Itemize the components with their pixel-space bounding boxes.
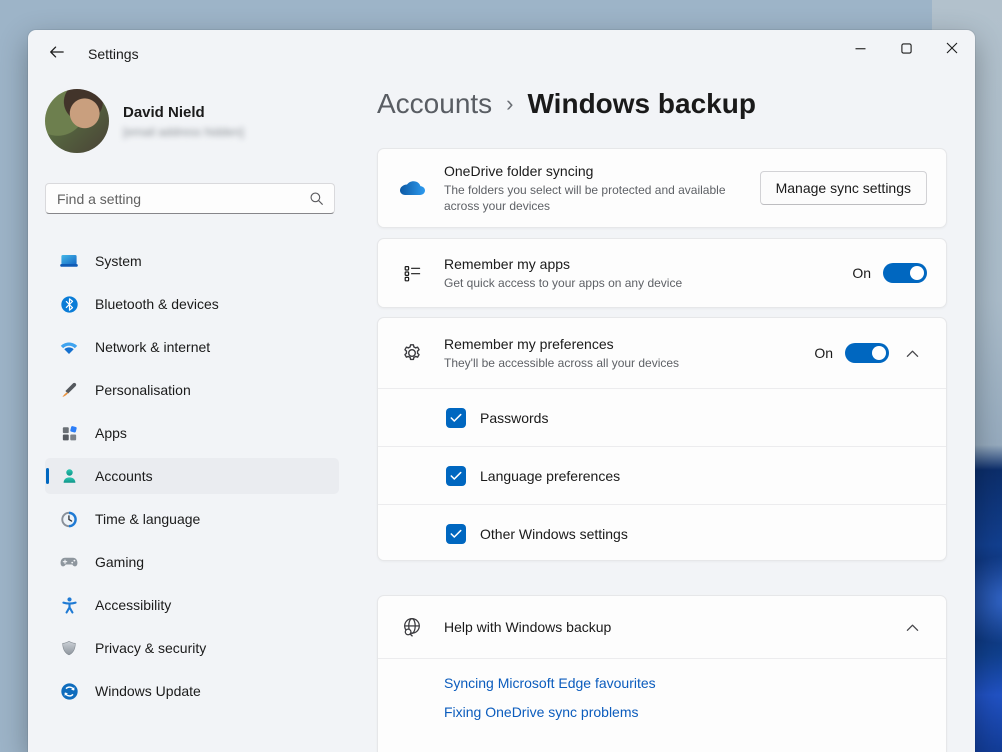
manage-sync-settings-button[interactable]: Manage sync settings xyxy=(760,171,927,205)
paintbrush-icon xyxy=(59,380,79,400)
onedrive-card-title: OneDrive folder syncing xyxy=(444,163,760,179)
onedrive-sync-card: OneDrive folder syncing The folders you … xyxy=(377,148,947,228)
user-profile: David Nield [email address hidden] xyxy=(45,89,244,153)
sidebar-item-label: Windows Update xyxy=(95,683,201,699)
minimize-button[interactable] xyxy=(837,30,883,66)
sidebar-item-accessibility[interactable]: Accessibility xyxy=(45,587,339,623)
collapse-preferences-button[interactable] xyxy=(897,338,927,368)
window-title: Settings xyxy=(88,46,139,62)
clock-icon xyxy=(59,509,79,529)
sidebar-item-windows-update[interactable]: Windows Update xyxy=(45,673,339,709)
passwords-checkbox[interactable] xyxy=(446,408,466,428)
apps-icon xyxy=(59,423,79,443)
breadcrumb-chevron: › xyxy=(506,91,513,117)
remember-apps-card: Remember my apps Get quick access to you… xyxy=(377,238,947,308)
sidebar-item-label: Privacy & security xyxy=(95,640,206,656)
other-windows-settings-label: Other Windows settings xyxy=(480,526,628,542)
onedrive-card-description: The folders you select will be protected… xyxy=(444,182,760,214)
maximize-icon xyxy=(901,43,912,54)
gear-icon xyxy=(397,342,427,364)
breadcrumb-parent[interactable]: Accounts xyxy=(377,88,492,120)
game-controller-icon xyxy=(59,552,79,572)
search-icon xyxy=(309,191,324,206)
checkmark-icon xyxy=(450,471,462,481)
collapse-help-button[interactable] xyxy=(897,612,927,642)
bluetooth-icon xyxy=(59,294,79,314)
help-link-edge-favourites[interactable]: Syncing Microsoft Edge favourites xyxy=(444,675,926,691)
selected-accent-pill xyxy=(46,468,49,484)
accessibility-person-icon xyxy=(59,595,79,615)
passwords-label: Passwords xyxy=(480,410,548,426)
sidebar-item-label: System xyxy=(95,253,142,269)
remember-preferences-title: Remember my preferences xyxy=(444,336,814,352)
sync-arrows-icon xyxy=(59,681,79,701)
wifi-icon xyxy=(59,337,79,357)
breadcrumb: Accounts › Windows backup xyxy=(377,88,756,120)
sidebar-item-label: Time & language xyxy=(95,511,200,527)
preference-option-language: Language preferences xyxy=(378,446,946,504)
sidebar-item-label: Accounts xyxy=(95,468,153,484)
help-card-header[interactable]: Help with Windows backup xyxy=(378,596,946,658)
sidebar-item-label: Apps xyxy=(95,425,127,441)
chevron-up-icon xyxy=(906,349,919,358)
remember-preferences-header[interactable]: Remember my preferences They'll be acces… xyxy=(378,318,946,388)
sidebar-item-label: Network & internet xyxy=(95,339,210,355)
preference-option-other-settings: Other Windows settings xyxy=(378,504,946,562)
remember-apps-toggle[interactable] xyxy=(883,263,927,283)
help-links: Syncing Microsoft Edge favourites Fixing… xyxy=(378,658,946,751)
remember-apps-title: Remember my apps xyxy=(444,256,852,272)
maximize-button[interactable] xyxy=(883,30,929,66)
user-email-blurred: [email address hidden] xyxy=(123,125,244,139)
minimize-icon xyxy=(855,43,866,54)
remember-apps-description: Get quick access to your apps on any dev… xyxy=(444,275,774,291)
sidebar-item-system[interactable]: System xyxy=(45,243,339,279)
system-icon xyxy=(59,251,79,271)
search-input[interactable] xyxy=(46,191,309,207)
sidebar-nav: System Bluetooth & devices Network & int… xyxy=(45,243,339,709)
user-name: David Nield xyxy=(123,104,244,121)
preference-option-passwords: Passwords xyxy=(378,388,946,446)
remember-preferences-toggle[interactable] xyxy=(845,343,889,363)
remember-preferences-toggle-label: On xyxy=(814,345,833,361)
language-preferences-checkbox[interactable] xyxy=(446,466,466,486)
back-arrow-icon xyxy=(48,44,65,65)
help-link-onedrive-problems[interactable]: Fixing OneDrive sync problems xyxy=(444,704,926,720)
globe-search-icon xyxy=(397,616,427,639)
checkmark-icon xyxy=(450,529,462,539)
other-windows-settings-checkbox[interactable] xyxy=(446,524,466,544)
back-button[interactable] xyxy=(40,38,72,70)
sidebar-item-label: Personalisation xyxy=(95,382,191,398)
remember-apps-toggle-label: On xyxy=(852,265,871,281)
search-box xyxy=(45,183,335,214)
person-icon xyxy=(59,466,79,486)
sidebar-item-gaming[interactable]: Gaming xyxy=(45,544,339,580)
language-preferences-label: Language preferences xyxy=(480,468,620,484)
onedrive-cloud-icon xyxy=(397,178,427,198)
sidebar-item-bluetooth-devices[interactable]: Bluetooth & devices xyxy=(45,286,339,322)
shield-icon xyxy=(59,638,79,658)
sidebar-item-accounts[interactable]: Accounts xyxy=(45,458,339,494)
sidebar-item-network-internet[interactable]: Network & internet xyxy=(45,329,339,365)
sidebar-item-apps[interactable]: Apps xyxy=(45,415,339,451)
page-title: Windows backup xyxy=(528,88,756,120)
sidebar-item-privacy-security[interactable]: Privacy & security xyxy=(45,630,339,666)
sidebar-item-time-language[interactable]: Time & language xyxy=(45,501,339,537)
settings-window: Settings David Nield [email address hidd… xyxy=(28,30,975,752)
titlebar: Settings xyxy=(28,30,975,78)
remember-preferences-card: Remember my preferences They'll be acces… xyxy=(377,317,947,561)
close-button[interactable] xyxy=(929,30,975,66)
help-card-title: Help with Windows backup xyxy=(444,619,889,635)
chevron-up-icon xyxy=(906,623,919,632)
sidebar-item-label: Accessibility xyxy=(95,597,171,613)
checkmark-icon xyxy=(450,413,462,423)
remember-preferences-description: They'll be accessible across all your de… xyxy=(444,355,774,371)
help-card: Help with Windows backup Syncing Microso… xyxy=(377,595,947,752)
apps-list-icon xyxy=(397,263,427,284)
window-controls xyxy=(837,30,975,78)
sidebar-item-label: Bluetooth & devices xyxy=(95,296,219,312)
avatar xyxy=(45,89,109,153)
sidebar-item-label: Gaming xyxy=(95,554,144,570)
close-icon xyxy=(946,42,958,54)
sidebar-item-personalisation[interactable]: Personalisation xyxy=(45,372,339,408)
